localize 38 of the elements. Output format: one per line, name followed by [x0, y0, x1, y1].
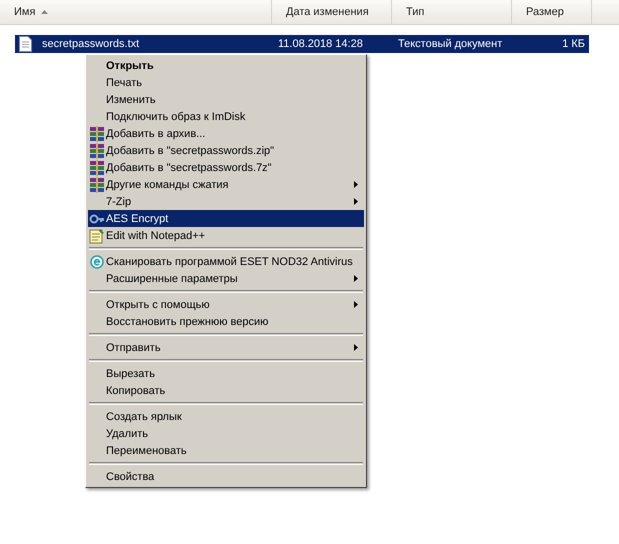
key-icon	[89, 212, 105, 226]
menu-item[interactable]: Сканировать программой ESET NOD32 Antivirus	[88, 253, 364, 270]
menu-item[interactable]: Переименовать	[88, 442, 364, 459]
file-date: 11.08.2018 14:28	[277, 38, 364, 50]
file-type: Текстовый документ	[397, 38, 504, 50]
menu-item[interactable]: Создать ярлык	[88, 408, 364, 425]
menu-item[interactable]: Вырезать	[88, 365, 364, 382]
column-header[interactable]: Размер	[512, 0, 592, 24]
menu-item[interactable]: Копировать	[88, 382, 364, 399]
menu-item[interactable]: 7-Zip	[88, 193, 364, 210]
file-name: secretpasswords.txt	[41, 38, 140, 50]
menu-item[interactable]: Открыть	[88, 57, 364, 74]
file-size: 1 КБ	[561, 38, 586, 50]
column-header[interactable]: Имя	[0, 0, 272, 24]
file-row[interactable]: secretpasswords.txt 11.08.2018 14:28 Текстовый документ 1 КБ	[15, 35, 589, 53]
archive-icon	[89, 142, 105, 158]
menu-item[interactable]: Изменить	[88, 91, 364, 108]
menu-item[interactable]: Отправить	[88, 339, 364, 356]
menu-item[interactable]: Добавить в "secretpasswords.zip"	[88, 142, 364, 159]
menu-item[interactable]: Edit with Notepad++	[88, 227, 364, 244]
menu-item[interactable]: Добавить в "secretpasswords.7z"	[88, 159, 364, 176]
archive-icon	[89, 126, 105, 142]
column-header[interactable]: Дата изменения	[272, 0, 392, 24]
notepad-icon	[89, 228, 105, 244]
archive-icon	[89, 176, 105, 192]
archive-icon	[89, 160, 105, 176]
menu-item[interactable]: Добавить в архив...	[88, 125, 364, 142]
text-file-icon	[19, 36, 32, 52]
menu-item[interactable]: Другие команды сжатия	[88, 176, 364, 193]
menu-item[interactable]: Расширенные параметры	[88, 270, 364, 287]
menu-item[interactable]: Подключить образ к ImDisk	[88, 108, 364, 125]
menu-item[interactable]: Восстановить прежнюю версию	[88, 313, 364, 330]
menu-item[interactable]: AES Encrypt	[88, 210, 364, 227]
menu-item[interactable]: Удалить	[88, 425, 364, 442]
menu-item[interactable]: Печать	[88, 74, 364, 91]
menu-item[interactable]: Свойства	[88, 468, 364, 485]
column-header[interactable]: Тип	[392, 0, 512, 24]
menu-item[interactable]: Открыть с помощью	[88, 296, 364, 313]
